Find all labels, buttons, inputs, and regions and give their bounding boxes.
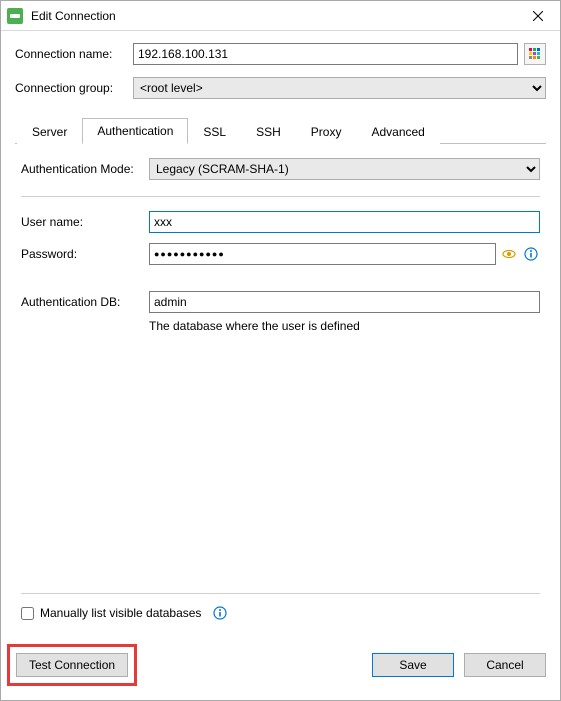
- auth-db-row: Authentication DB:: [21, 291, 540, 313]
- tab-proxy[interactable]: Proxy: [296, 119, 357, 144]
- auth-mode-row: Authentication Mode: Legacy (SCRAM-SHA-1…: [21, 158, 540, 180]
- test-connection-button[interactable]: Test Connection: [16, 653, 128, 677]
- tab-advanced[interactable]: Advanced: [356, 119, 439, 144]
- info-icon: [524, 247, 538, 261]
- window-title: Edit Connection: [31, 9, 515, 23]
- connection-group-select[interactable]: <root level>: [133, 77, 546, 99]
- authentication-panel: Authentication Mode: Legacy (SCRAM-SHA-1…: [15, 144, 546, 622]
- tab-ssl[interactable]: SSL: [188, 119, 241, 144]
- app-icon: [7, 8, 23, 24]
- password-input[interactable]: [149, 243, 496, 265]
- password-row: Password:: [21, 243, 540, 265]
- divider: [21, 593, 540, 594]
- password-info-button[interactable]: [522, 245, 540, 263]
- username-label: User name:: [21, 215, 149, 229]
- color-picker-button[interactable]: [524, 43, 546, 65]
- connection-group-row: Connection group: <root level>: [15, 77, 546, 99]
- auth-mode-label: Authentication Mode:: [21, 162, 149, 176]
- titlebar: Edit Connection: [1, 1, 560, 31]
- list-databases-row: Manually list visible databases: [21, 604, 540, 622]
- edit-connection-dialog: Edit Connection Connection name:: [0, 0, 561, 701]
- close-icon: [533, 11, 543, 21]
- username-input[interactable]: [149, 211, 540, 233]
- tab-server[interactable]: Server: [17, 119, 82, 144]
- button-bar: Test Connection Save Cancel: [1, 634, 560, 700]
- dialog-content: Connection name: Connection group: <root…: [1, 31, 560, 634]
- list-databases-info-button[interactable]: [211, 604, 229, 622]
- password-label: Password:: [21, 247, 149, 261]
- auth-db-helper: The database where the user is defined: [149, 319, 540, 333]
- info-icon: [213, 606, 227, 620]
- eye-icon: [501, 246, 517, 262]
- divider: [21, 196, 540, 197]
- auth-db-label: Authentication DB:: [21, 295, 149, 309]
- save-button[interactable]: Save: [372, 653, 454, 677]
- auth-mode-select[interactable]: Legacy (SCRAM-SHA-1): [149, 158, 540, 180]
- color-grid-icon: [528, 47, 542, 61]
- tabstrip: Server Authentication SSL SSH Proxy Adva…: [15, 117, 546, 144]
- close-button[interactable]: [515, 1, 560, 31]
- auth-db-input[interactable]: [149, 291, 540, 313]
- list-databases-label[interactable]: Manually list visible databases: [40, 606, 201, 620]
- cancel-button[interactable]: Cancel: [464, 653, 546, 677]
- reveal-password-button[interactable]: [500, 245, 518, 263]
- username-row: User name:: [21, 211, 540, 233]
- connection-name-label: Connection name:: [15, 47, 133, 61]
- tab-authentication[interactable]: Authentication: [82, 118, 188, 144]
- connection-name-input[interactable]: [133, 43, 518, 65]
- connection-name-row: Connection name:: [15, 43, 546, 65]
- tab-ssh[interactable]: SSH: [241, 119, 296, 144]
- list-databases-checkbox[interactable]: [21, 607, 34, 620]
- test-connection-highlight: Test Connection: [7, 644, 137, 686]
- connection-group-label: Connection group:: [15, 81, 133, 95]
